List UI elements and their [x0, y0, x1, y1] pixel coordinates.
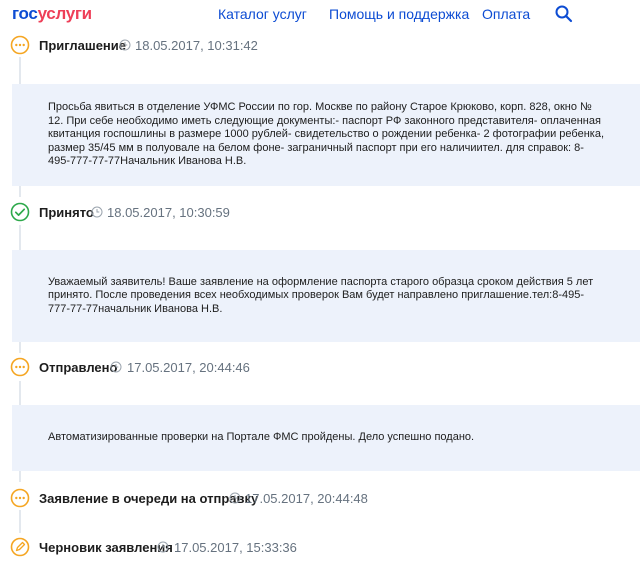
check-circle-icon	[10, 202, 30, 222]
event-message: Уважаемый заявитель! Ваше заявление на о…	[12, 250, 640, 342]
clock-icon	[119, 39, 131, 51]
logo-part-uslugi: услуги	[37, 4, 93, 23]
event-message-text: Уважаемый заявитель! Ваше заявление на о…	[48, 275, 594, 315]
event-header: Отправлено 17.05.2017, 20:44:46	[0, 353, 640, 381]
event-message-text: Просьба явиться в отделение УФМС России …	[48, 101, 604, 168]
event-status: Принято	[39, 205, 94, 220]
search-button[interactable]	[554, 4, 574, 24]
event-timestamp: 18.05.2017, 10:30:59	[107, 205, 230, 220]
event-timestamp: 18.05.2017, 10:31:42	[135, 38, 258, 53]
clock-icon	[91, 206, 103, 218]
draft-circle-icon	[10, 537, 30, 557]
event-header: Заявление в очереди на отправку 17.05.20…	[0, 484, 640, 512]
clock-icon	[229, 492, 241, 504]
event-timestamp: 17.05.2017, 20:44:48	[245, 491, 368, 506]
event-header: Приглашение 18.05.2017, 10:31:42	[0, 31, 640, 59]
clock-icon	[157, 541, 169, 553]
event-message: Просьба явиться в отделение УФМС России …	[12, 84, 640, 186]
pending-circle-icon	[10, 357, 30, 377]
timeline-line	[19, 510, 21, 533]
event-status: Приглашение	[39, 38, 126, 53]
pending-circle-icon	[10, 488, 30, 508]
event-timestamp: 17.05.2017, 20:44:46	[127, 360, 250, 375]
nav-link-payment[interactable]: Оплата	[482, 6, 530, 22]
nav-link-catalog[interactable]: Каталог услуг	[218, 6, 307, 22]
pending-circle-icon	[10, 35, 30, 55]
event-status: Заявление в очереди на отправку	[39, 491, 259, 506]
event-header: Черновик заявления 17.05.2017, 15:33:36	[0, 533, 640, 561]
logo-part-gos: гос	[12, 4, 38, 23]
event-header: Принято 18.05.2017, 10:30:59	[0, 198, 640, 226]
gosuslugi-logo[interactable]: госуслуги	[12, 4, 92, 24]
event-message-text: Автоматизированные проверки на Портале Ф…	[48, 431, 475, 444]
event-timestamp: 17.05.2017, 15:33:36	[174, 540, 297, 555]
event-status: Отправлено	[39, 360, 118, 375]
clock-icon	[110, 361, 122, 373]
event-message: Автоматизированные проверки на Портале Ф…	[12, 405, 640, 471]
search-icon	[555, 5, 573, 23]
nav-link-help[interactable]: Помощь и поддержка	[329, 6, 469, 22]
top-header: госуслуги Каталог услуг Помощь и поддерж…	[0, 0, 640, 30]
event-status: Черновик заявления	[39, 540, 173, 555]
